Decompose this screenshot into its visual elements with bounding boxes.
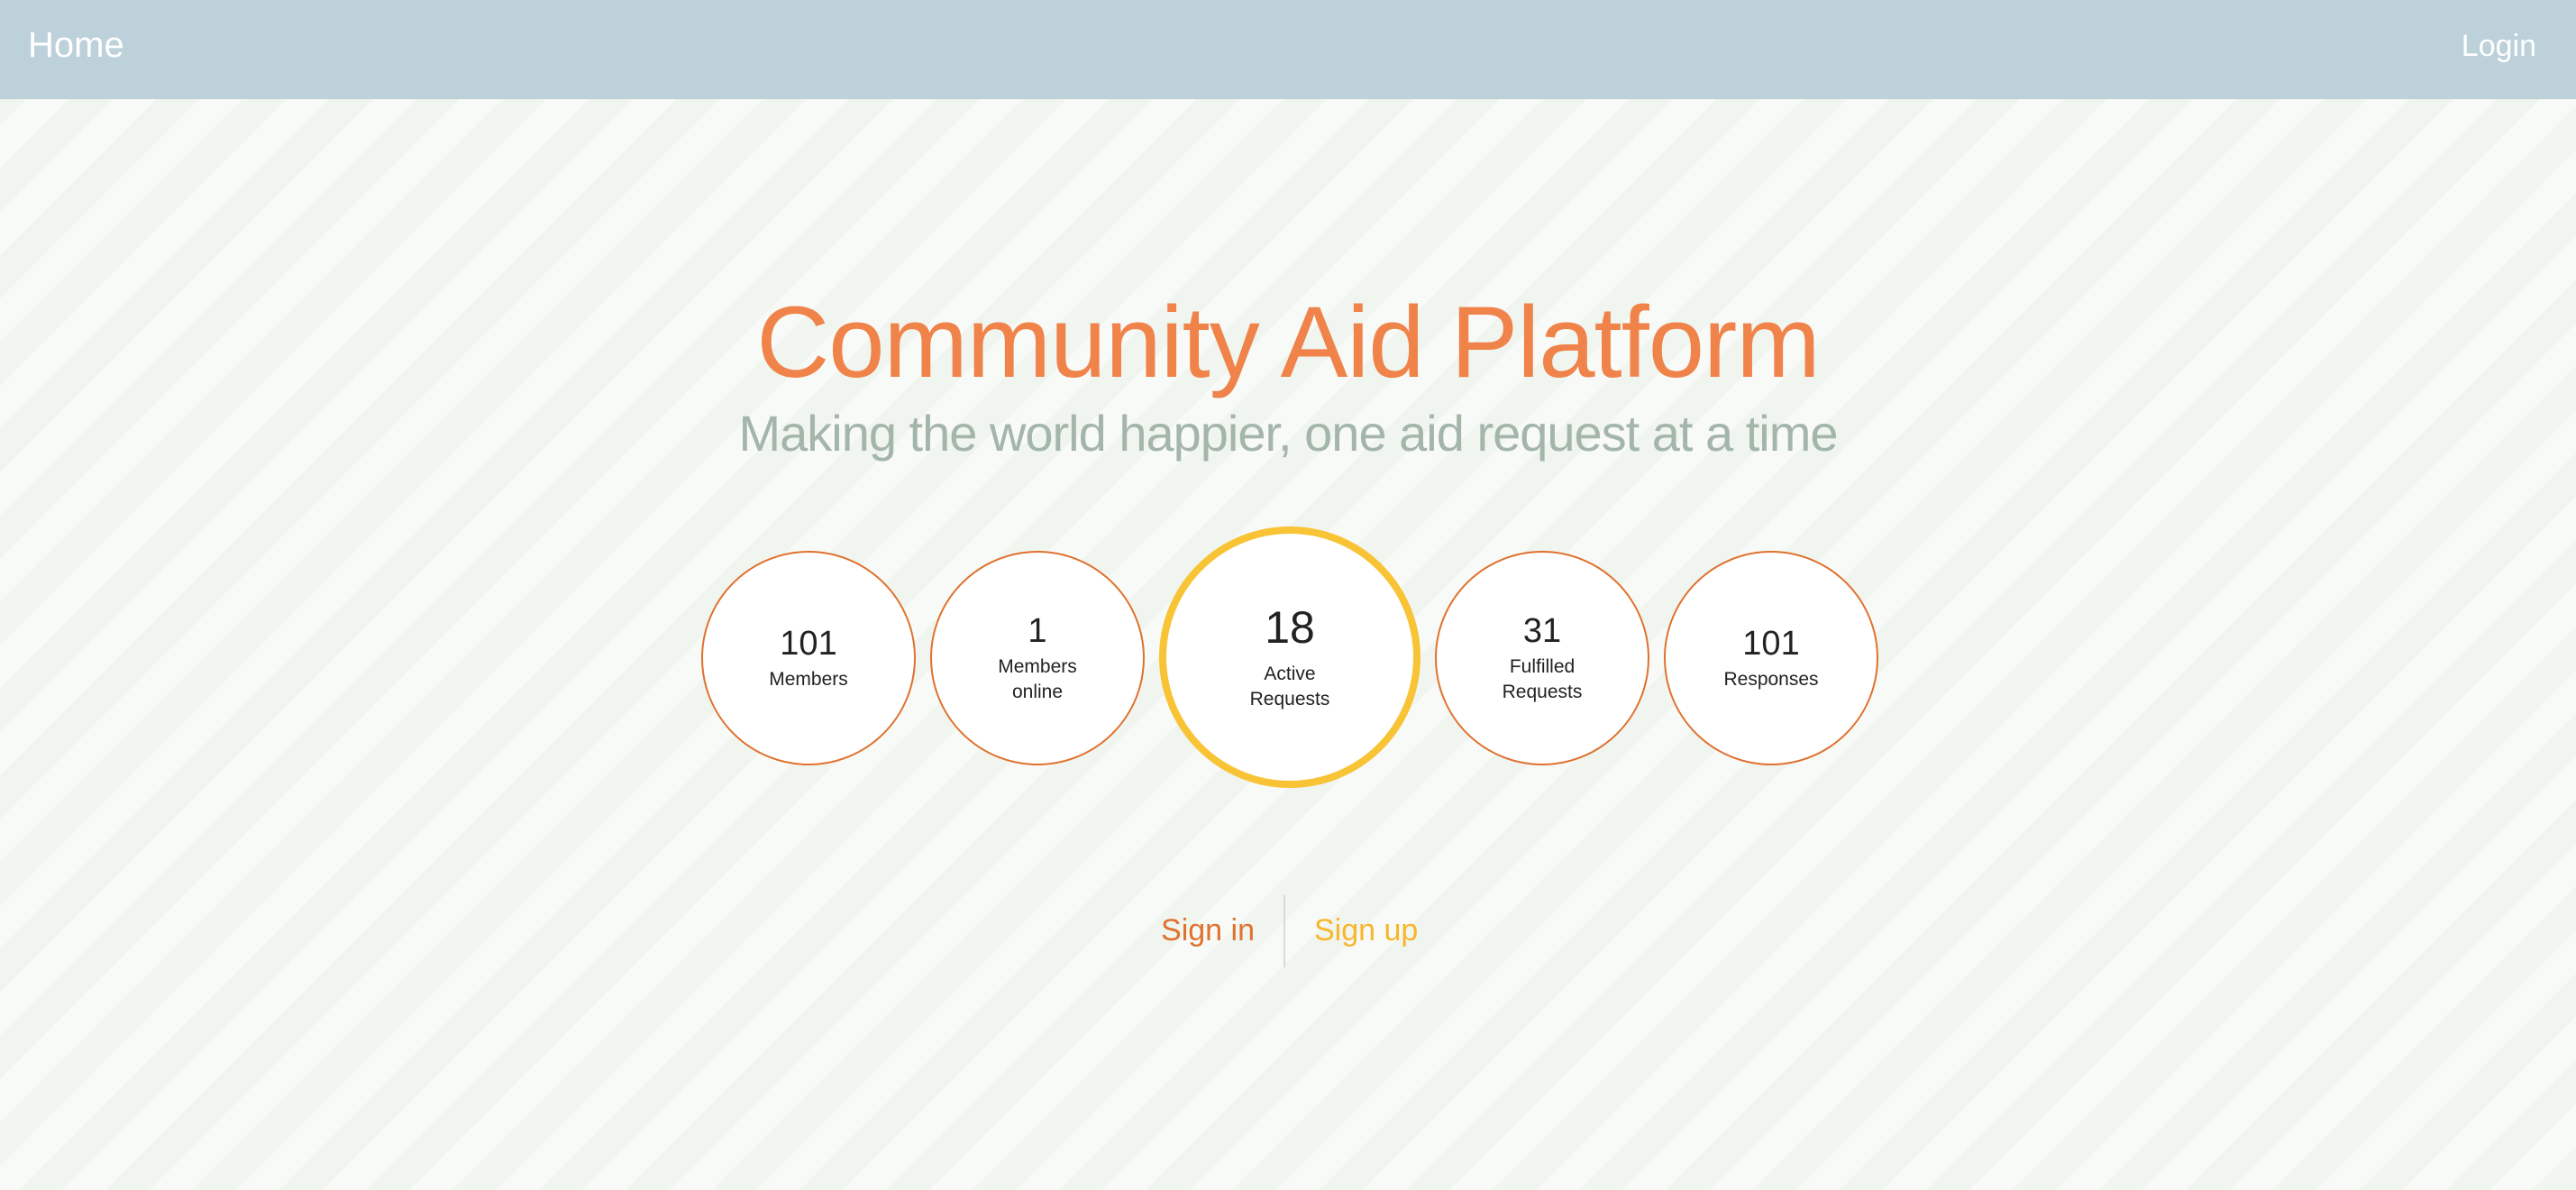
stat-value: 101: [1742, 625, 1800, 663]
auth-divider: [1283, 895, 1285, 967]
stat-label: Fulfilled Requests: [1502, 656, 1583, 702]
stat-active-requests: 18 Active Requests: [1159, 526, 1420, 788]
stat-value: 1: [1028, 612, 1047, 650]
stat-label: Members: [769, 669, 848, 690]
auth-links: Sign in Sign up: [0, 895, 2576, 967]
stat-value: 31: [1522, 612, 1562, 650]
stat-fulfilled-requests: 31 Fulfilled Requests: [1435, 551, 1649, 765]
login-link[interactable]: Login: [2462, 29, 2536, 64]
home-link[interactable]: Home: [28, 25, 124, 66]
top-navbar: Home Login: [0, 0, 2576, 99]
stat-value: 18: [1265, 602, 1315, 653]
page-title: Community Aid Platform: [756, 286, 1820, 398]
stat-label: Responses: [1723, 669, 1819, 690]
page-subtitle: Making the world happier, one aid reques…: [738, 405, 1838, 462]
stat-label: Active Requests: [1249, 664, 1330, 709]
stat-label: Members online: [998, 656, 1077, 702]
stat-value: 101: [780, 625, 837, 663]
stat-members: 101 Members: [701, 551, 916, 765]
stat-members-online: 1 Members online: [930, 551, 1145, 765]
sign-up-link[interactable]: Sign up: [1314, 913, 1418, 948]
sign-in-link[interactable]: Sign in: [1161, 913, 1255, 948]
stat-responses: 101 Responses: [1664, 551, 1878, 765]
